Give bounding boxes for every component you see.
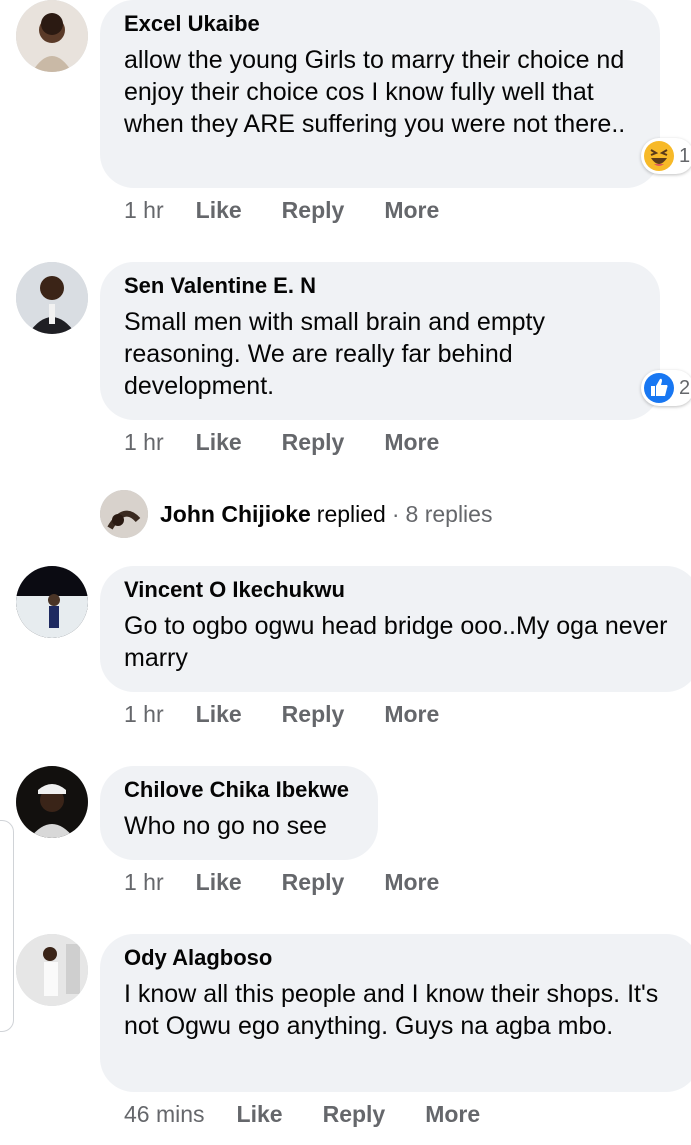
like-button[interactable]: Like: [196, 700, 242, 728]
comment-author[interactable]: Vincent O Ikechukwu: [124, 576, 676, 604]
comment-author[interactable]: Chilove Chika Ibekwe: [124, 776, 354, 804]
comment-time[interactable]: 46 mins: [124, 1100, 205, 1128]
comment-text: allow the young Girls to marry their cho…: [124, 46, 626, 138]
avatar[interactable]: [16, 934, 88, 1006]
comment-time[interactable]: 1 hr: [124, 700, 164, 728]
reply-button[interactable]: Reply: [282, 868, 345, 896]
comment-author[interactable]: Sen Valentine E. N: [124, 272, 636, 300]
comment-actions: 1 hr Like Reply More: [124, 868, 479, 896]
comment-bubble: Sen Valentine E. N Small men with small …: [100, 262, 660, 420]
comment-actions: 46 mins Like Reply More: [124, 1100, 520, 1128]
reply-button[interactable]: Reply: [323, 1100, 386, 1128]
comment-time[interactable]: 1 hr: [124, 868, 164, 896]
more-button[interactable]: More: [384, 196, 439, 224]
like-button[interactable]: Like: [196, 196, 242, 224]
replier-name: John Chijioke: [160, 500, 311, 527]
comment-text: Small men with small brain and empty rea…: [124, 308, 545, 400]
reply-count: 8 replies: [405, 500, 493, 527]
reaction-summary[interactable]: 2: [641, 370, 691, 406]
more-button[interactable]: More: [384, 428, 439, 456]
side-panel-edge: [0, 820, 14, 1032]
more-button[interactable]: More: [384, 700, 439, 728]
comment-bubble: Vincent O Ikechukwu Go to ogbo ogwu head…: [100, 566, 691, 692]
reply-button[interactable]: Reply: [282, 428, 345, 456]
comment-text: I know all this people and I know their …: [124, 980, 659, 1040]
comment-bubble: Ody Alagboso I know all this people and …: [100, 934, 691, 1092]
avatar[interactable]: [16, 766, 88, 838]
like-button[interactable]: Like: [237, 1100, 283, 1128]
like-button[interactable]: Like: [196, 868, 242, 896]
comment-actions: 1 hr Like Reply More: [124, 428, 479, 456]
comment-time[interactable]: 1 hr: [124, 196, 164, 224]
reaction-count: 2: [679, 376, 691, 399]
comment-time[interactable]: 1 hr: [124, 428, 164, 456]
reply-button[interactable]: Reply: [282, 700, 345, 728]
avatar[interactable]: [16, 0, 88, 72]
replied-label: replied: [316, 500, 386, 527]
comment-text: Who no go no see: [124, 812, 327, 840]
separator-dot: ·: [391, 500, 400, 527]
comment-bubble: Chilove Chika Ibekwe Who no go no see: [100, 766, 378, 860]
comment-actions: 1 hr Like Reply More: [124, 196, 479, 224]
like-button[interactable]: Like: [196, 428, 242, 456]
comment-text: Go to ogbo ogwu head bridge ooo..My oga …: [124, 612, 668, 672]
view-replies-link[interactable]: John Chijioke replied · 8 replies: [100, 490, 492, 538]
comment-bubble: Excel Ukaibe allow the young Girls to ma…: [100, 0, 660, 188]
reaction-count: 1: [679, 144, 691, 167]
comment-author[interactable]: Ody Alagboso: [124, 944, 676, 972]
reaction-summary[interactable]: 1: [641, 138, 691, 174]
more-button[interactable]: More: [384, 868, 439, 896]
avatar[interactable]: [16, 566, 88, 638]
avatar[interactable]: [16, 262, 88, 334]
reply-button[interactable]: Reply: [282, 196, 345, 224]
avatar: [100, 490, 148, 538]
haha-emoji-icon: [644, 141, 674, 171]
comment-actions: 1 hr Like Reply More: [124, 700, 479, 728]
like-thumb-icon: [644, 373, 674, 403]
comment-author[interactable]: Excel Ukaibe: [124, 10, 636, 38]
more-button[interactable]: More: [425, 1100, 480, 1128]
